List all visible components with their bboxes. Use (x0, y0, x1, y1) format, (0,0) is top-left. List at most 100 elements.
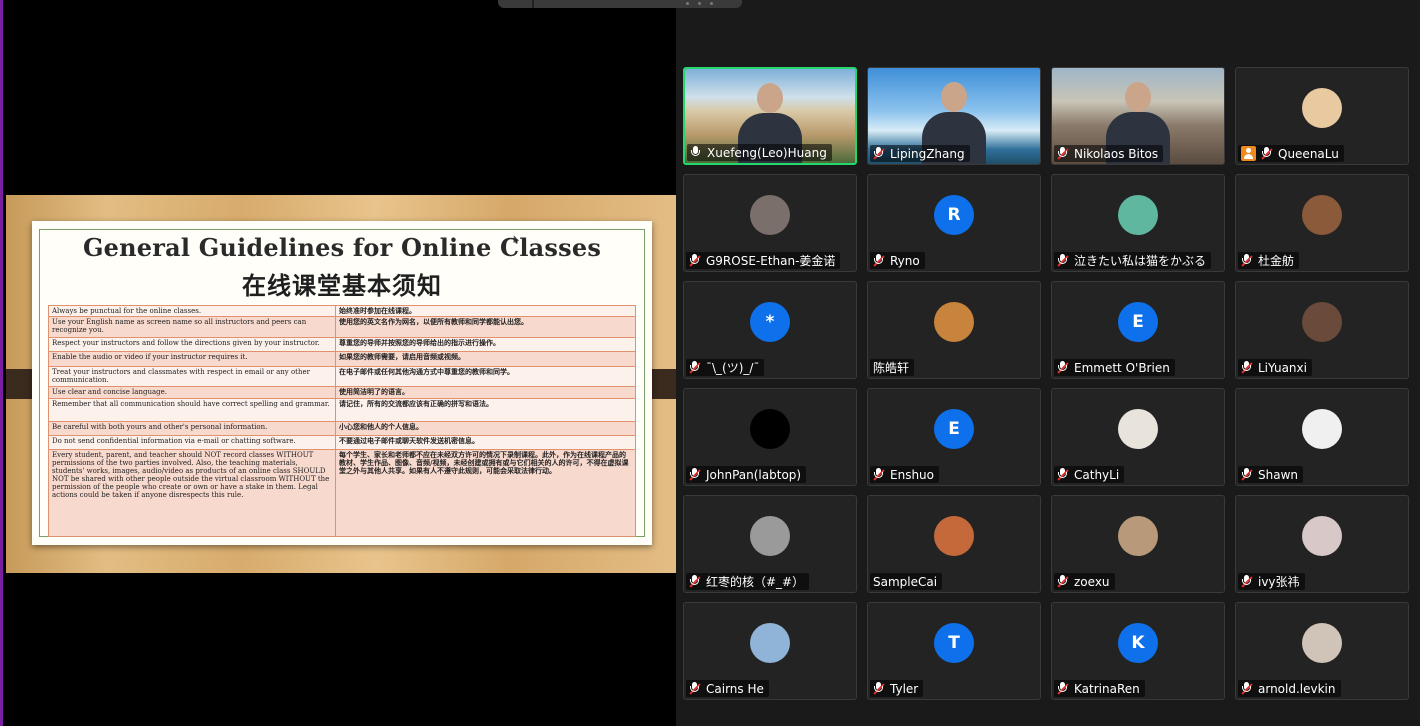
participant-nameplate: Tyler (870, 680, 924, 697)
mic-muted-icon (1057, 468, 1069, 481)
participant-nameplate: 陈皓轩 (870, 359, 915, 376)
mic-muted-icon (873, 147, 885, 160)
participant-tile[interactable]: ivy张祎 (1235, 495, 1409, 593)
participant-nameplate: zoexu (1054, 573, 1115, 590)
participant-tile[interactable]: LipingZhang (867, 67, 1041, 165)
mic-muted-icon (689, 575, 701, 588)
participant-initial-avatar: * (750, 302, 790, 343)
slide-stripe-right (650, 369, 678, 399)
mic-icon (690, 146, 702, 159)
mic-muted-icon (873, 682, 885, 695)
participant-avatar (1302, 409, 1342, 450)
participant-initial-avatar: R (934, 195, 974, 236)
participant-avatar (1118, 516, 1158, 557)
participant-nameplate: 红枣的核（#_#） (686, 573, 810, 590)
participant-gallery: Xuefeng(Leo)Huang LipingZhang Nikolaos Bit… (676, 0, 1420, 726)
rule-english: Respect your instructors and follow the … (48, 336, 336, 353)
participant-tile[interactable]: Xuefeng(Leo)Huang (683, 67, 857, 165)
participant-tile[interactable]: 泣きたい私は猫をかぶる (1051, 174, 1225, 272)
participant-name: Emmett O'Brien (1074, 360, 1170, 375)
participant-initial-avatar: E (934, 409, 974, 450)
participant-tile[interactable]: Cairns He (683, 602, 857, 700)
participant-nameplate: 杜金舫 (1238, 252, 1300, 269)
participant-tile[interactable]: CathyLi (1051, 388, 1225, 486)
participant-name: zoexu (1074, 574, 1110, 589)
rule-row: Use your English name as screen name so … (48, 316, 636, 338)
mic-muted-icon (689, 254, 701, 267)
participant-nameplate: SampleCai (870, 573, 943, 590)
participant-name: ¯\_(ツ)_/¯ (706, 361, 760, 375)
participant-tile[interactable]: zoexu (1051, 495, 1225, 593)
participant-tile[interactable]: QueenaLu (1235, 67, 1409, 165)
rule-english: Use clear and concise language. (48, 386, 336, 399)
participant-avatar (1302, 302, 1342, 343)
participant-nameplate: 泣きたい私は猫をかぶる (1054, 252, 1212, 269)
participant-name: Ryno (890, 253, 920, 268)
participant-name: CathyLi (1074, 467, 1120, 482)
slide: General Guidelines for Online Classes 在线… (6, 195, 678, 573)
slide-title-zh: 在线课堂基本须知 (242, 272, 442, 300)
slide-stripe-left (6, 369, 34, 399)
mic-muted-icon (1057, 254, 1069, 267)
rule-row: Respect your instructors and follow the … (48, 336, 636, 353)
participant-name: Shawn (1258, 467, 1298, 482)
participant-nameplate: JohnPan(labtop) (686, 466, 807, 483)
participant-tile[interactable]: K KatrinaRen (1051, 602, 1225, 700)
rule-chinese: 始终准时参加在线课程。 (335, 304, 636, 318)
rule-english: Every student, parent, and teacher shoul… (48, 449, 336, 537)
participant-name: 红枣的核（#_#） (706, 575, 805, 589)
participant-tile[interactable]: * ¯\_(ツ)_/¯ (683, 281, 857, 379)
participant-avatar (934, 516, 974, 557)
participant-tile[interactable]: LiYuanxi (1235, 281, 1409, 379)
participant-tile[interactable]: Nikolaos Bitos (1051, 67, 1225, 165)
mic-muted-icon (1261, 147, 1273, 160)
participant-tile[interactable]: E Enshuo (867, 388, 1041, 486)
rule-english: Enable the audio or video if your instru… (48, 351, 336, 367)
mic-muted-icon (1241, 468, 1253, 481)
participant-name: Tyler (890, 681, 919, 696)
participant-tile[interactable]: T Tyler (867, 602, 1041, 700)
person-badge-icon (1241, 146, 1256, 161)
participant-name: LipingZhang (890, 146, 965, 161)
participant-nameplate: ¯\_(ツ)_/¯ (686, 359, 765, 376)
rule-row: Always be punctual for the online classe… (48, 304, 636, 318)
rule-english: Treat your instructors and classmates wi… (48, 365, 336, 388)
participant-tile[interactable]: 杜金舫 (1235, 174, 1409, 272)
mic-muted-icon (1057, 575, 1069, 588)
share-toolbar-handle[interactable] (498, 0, 742, 8)
mic-muted-icon (1241, 575, 1253, 588)
participant-name: Xuefeng(Leo)Huang (707, 145, 827, 160)
participant-tile[interactable]: Shawn (1235, 388, 1409, 486)
mic-muted-icon (689, 682, 701, 695)
participant-tile[interactable]: SampleCai (867, 495, 1041, 593)
participant-tile[interactable]: JohnPan(labtop) (683, 388, 857, 486)
rules-table: Always be punctual for the online classe… (48, 304, 636, 537)
participant-nameplate: Enshuo (870, 466, 939, 483)
participant-nameplate: Shawn (1238, 466, 1303, 483)
participant-tile[interactable]: E Emmett O'Brien (1051, 281, 1225, 379)
participant-name: Cairns He (706, 681, 764, 696)
participant-nameplate: Ryno (870, 252, 925, 269)
participant-tile[interactable]: arnold.levkin (1235, 602, 1409, 700)
participant-name: arnold.levkin (1258, 681, 1336, 696)
meeting-window: General Guidelines for Online Classes 在线… (0, 0, 1420, 726)
participant-tile[interactable]: 陈皓轩 (867, 281, 1041, 379)
participant-tile[interactable]: R Ryno (867, 174, 1041, 272)
participant-name: 泣きたい私は猫をかぶる (1074, 254, 1207, 268)
rule-english: Use your English name as screen name so … (48, 316, 336, 338)
mic-muted-icon (689, 468, 701, 481)
participant-name: Enshuo (890, 467, 934, 482)
rule-row: Use clear and concise language. 使用简洁明了的语言… (48, 386, 636, 399)
participant-avatar (750, 409, 790, 450)
participant-name: 杜金舫 (1258, 254, 1295, 268)
participant-tile[interactable]: 红枣的核（#_#） (683, 495, 857, 593)
participant-avatar (750, 195, 790, 236)
participant-tile[interactable]: G9ROSE-Ethan-姜金诺 (683, 174, 857, 272)
participant-name: JohnPan(labtop) (706, 467, 802, 482)
rule-row: Remember that all communication should h… (48, 397, 636, 422)
participant-avatar (934, 302, 974, 343)
participant-name: SampleCai (873, 574, 938, 589)
participant-nameplate: CathyLi (1054, 466, 1125, 483)
participant-name: Nikolaos Bitos (1074, 146, 1159, 161)
rule-chinese: 使用您的英文名作为网名，以便所有教师和同学都能认出您。 (335, 316, 636, 338)
